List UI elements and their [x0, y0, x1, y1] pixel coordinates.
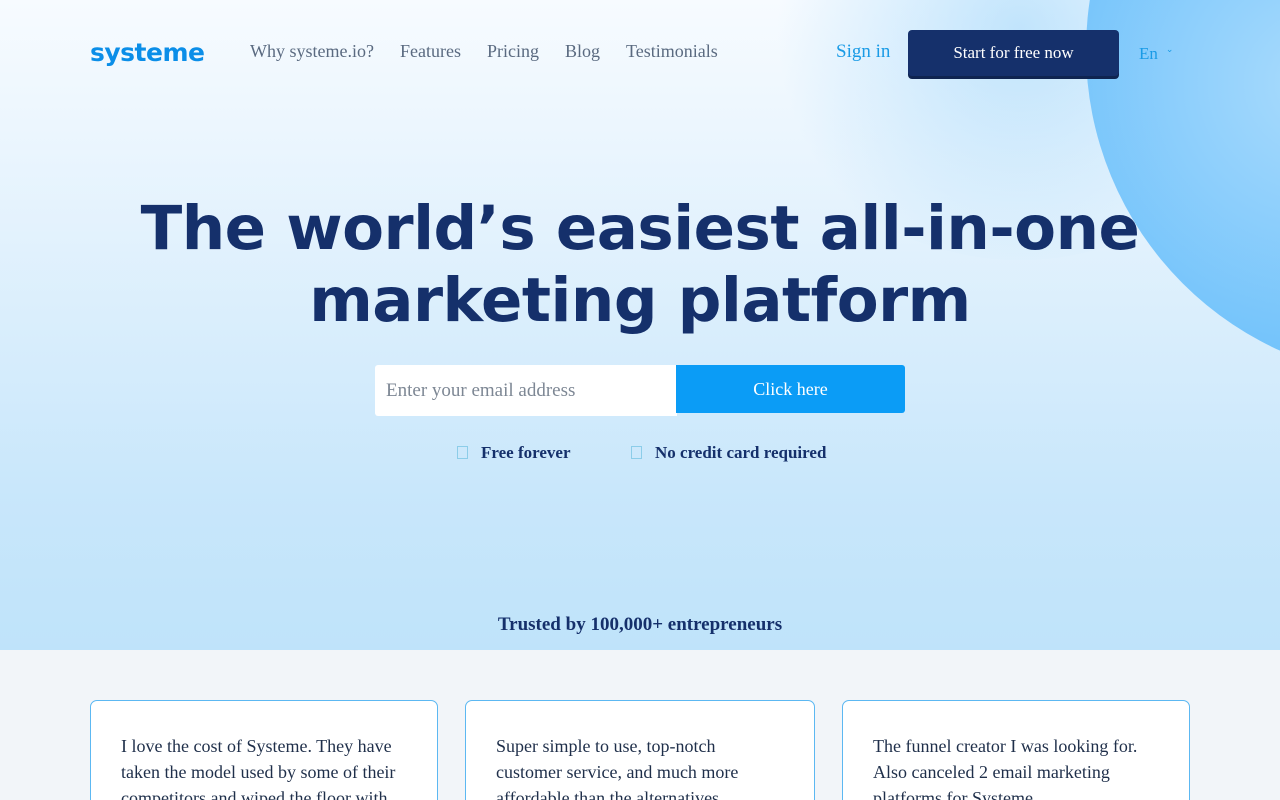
perk-free-forever-label: Free forever [481, 443, 571, 462]
start-for-free-button[interactable]: Start for free now [908, 30, 1119, 76]
main-nav: Why systeme.io? Features Pricing Blog Te… [250, 41, 744, 62]
logo[interactable]: systeme [90, 38, 205, 67]
nav-features[interactable]: Features [400, 41, 461, 62]
sign-in-link[interactable]: Sign in [836, 41, 890, 63]
check-icon [631, 445, 642, 459]
click-here-button[interactable]: Click here [676, 365, 905, 413]
nav-why-systeme[interactable]: Why systeme.io? [250, 41, 374, 62]
hero-headline: The world’s easiest all-in-one marketing… [0, 193, 1280, 337]
testimonial-card: The funnel creator I was looking for. Al… [842, 700, 1190, 800]
testimonial-text: Super simple to use, top-notch customer … [496, 736, 739, 800]
testimonial-card: I love the cost of Systeme. They have ta… [90, 700, 438, 800]
nav-pricing[interactable]: Pricing [487, 41, 539, 62]
nav-testimonials[interactable]: Testimonials [626, 41, 718, 62]
trusted-by-text: Trusted by 100,000+ entrepreneurs [497, 614, 783, 635]
nav-blog[interactable]: Blog [565, 41, 600, 62]
chevron-down-icon: ⌄ [1165, 44, 1174, 54]
language-label: En [1139, 44, 1158, 63]
perk-no-credit-card: No credit card required [631, 443, 826, 463]
hero-headline-line-1: The world’s easiest all-in-one [140, 193, 1140, 264]
testimonial-text: I love the cost of Systeme. They have ta… [121, 736, 396, 800]
hero-section: systeme Why systeme.io? Features Pricing… [0, 0, 1280, 650]
email-input[interactable] [375, 365, 677, 416]
check-icon [457, 445, 468, 459]
language-selector[interactable]: En ⌄ [1139, 44, 1173, 64]
perk-free-forever: Free forever [457, 443, 571, 463]
hero-headline-line-2: marketing platform [309, 265, 971, 336]
testimonial-text: The funnel creator I was looking for. Al… [873, 736, 1138, 800]
perk-no-credit-card-label: No credit card required [655, 443, 827, 462]
testimonial-card: Super simple to use, top-notch customer … [465, 700, 815, 800]
